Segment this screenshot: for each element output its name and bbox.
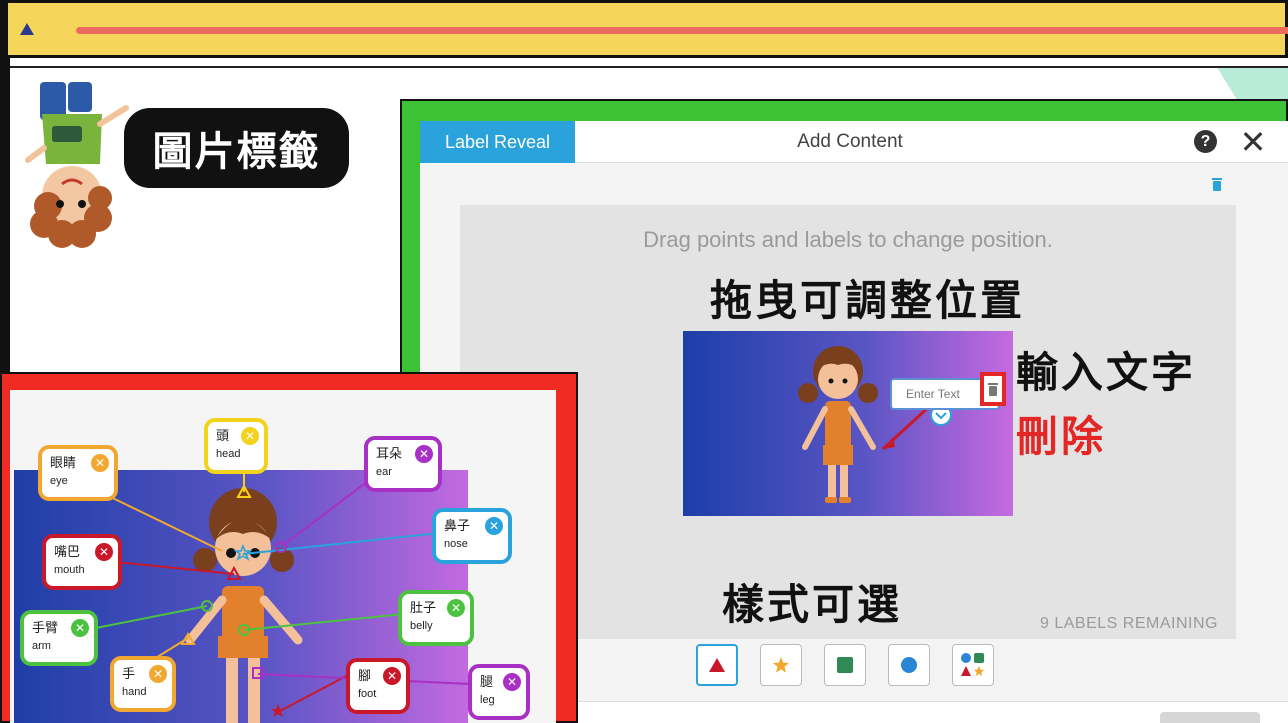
label-text-en: leg: [480, 694, 495, 706]
remove-label-icon[interactable]: ✕: [503, 673, 521, 691]
label-nose[interactable]: 鼻子 nose ✕: [432, 508, 512, 564]
label-text-en: foot: [358, 688, 377, 700]
remove-label-icon[interactable]: ✕: [91, 454, 109, 472]
label-text-en: ear: [376, 466, 392, 478]
label-text-en: belly: [410, 620, 433, 632]
label-text-en: eye: [50, 475, 68, 487]
remove-label-icon[interactable]: ✕: [149, 665, 167, 683]
label-hand[interactable]: 手 hand ✕: [110, 656, 176, 712]
remove-label-icon[interactable]: ✕: [71, 619, 89, 637]
remove-label-icon[interactable]: ✕: [485, 517, 503, 535]
label-ear[interactable]: 耳朵 ear ✕: [364, 436, 442, 492]
remove-label-icon[interactable]: ✕: [95, 543, 113, 561]
label-text-en: hand: [122, 686, 147, 698]
label-leg[interactable]: 腿 leg ✕: [468, 664, 530, 720]
remove-label-icon[interactable]: ✕: [415, 445, 433, 463]
label-belly[interactable]: 肚子 belly ✕: [398, 590, 474, 646]
label-head[interactable]: 頭 head ✕: [204, 418, 268, 474]
remove-label-icon[interactable]: ✕: [241, 427, 259, 445]
sample-illustration: [91, 459, 471, 723]
label-text-en: nose: [444, 538, 468, 550]
label-text-en: arm: [32, 640, 51, 652]
slide: 圖片標籤 Label Reveal Add Content ? ✕ Drag p…: [0, 0, 1288, 723]
label-text-en: mouth: [54, 564, 85, 576]
label-arm[interactable]: 手臂 arm ✕: [20, 610, 98, 666]
label-text-en: head: [216, 448, 241, 460]
label-foot[interactable]: 腳 foot ✕: [346, 658, 410, 714]
label-mouth[interactable]: 嘴巴 mouth ✕: [42, 534, 122, 590]
label-eye[interactable]: 眼睛 eye ✕: [38, 445, 118, 501]
remove-label-icon[interactable]: ✕: [447, 599, 465, 617]
remove-label-icon[interactable]: ✕: [383, 667, 401, 685]
